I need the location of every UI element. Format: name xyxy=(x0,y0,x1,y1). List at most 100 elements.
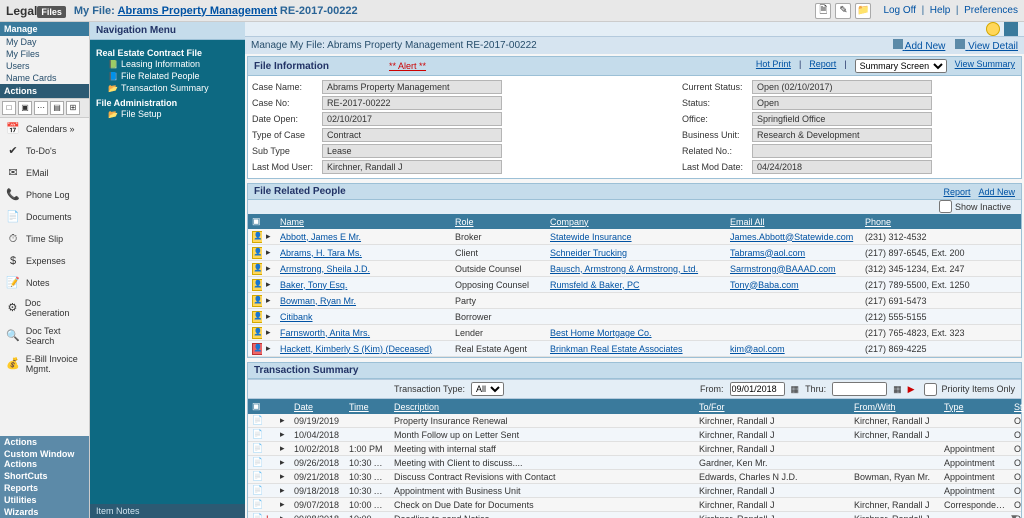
doc-icon[interactable]: 📄 xyxy=(252,457,262,467)
table-row[interactable]: 📄▸09/26/201810:30 AMMeeting with Client … xyxy=(248,456,1021,470)
col-company[interactable]: Company xyxy=(550,217,589,227)
tx-thru-input[interactable] xyxy=(832,382,887,396)
help-link[interactable]: Help xyxy=(930,5,951,16)
actions-header[interactable]: Actions xyxy=(0,84,89,98)
doc-icon[interactable]: 📄 xyxy=(252,471,262,481)
table-row[interactable]: 📄▸10/02/20181:00 PMMeeting with internal… xyxy=(248,442,1021,456)
expand-icon[interactable]: ▸ xyxy=(266,247,271,257)
table-row[interactable]: 📄!▸09/08/201810:00 AMDeadline to send No… xyxy=(248,512,1021,518)
tx-type-select[interactable]: All xyxy=(471,382,504,396)
manage-item[interactable]: My Day xyxy=(0,36,89,48)
tool-icon[interactable]: ▣ xyxy=(18,101,32,115)
doc-icon[interactable]: 📄 xyxy=(252,513,262,518)
show-inactive-checkbox[interactable] xyxy=(939,200,952,213)
action-doc-text-search[interactable]: 🔍Doc Text Search xyxy=(0,322,89,350)
table-row[interactable]: 👤▸Hackett, Kimberly S (Kim) (Deceased)Re… xyxy=(248,341,1021,357)
expand-icon[interactable]: ▸ xyxy=(266,263,271,273)
col-time[interactable]: Time xyxy=(349,402,369,412)
person-name-link[interactable]: Bowman, Ryan Mr. xyxy=(280,296,356,306)
section-header[interactable]: Wizards xyxy=(0,506,89,518)
expand-icon[interactable]: ▸ xyxy=(280,443,285,453)
tool-icon[interactable]: ⋯ xyxy=(34,101,48,115)
expand-icon[interactable]: ▸ xyxy=(280,429,285,439)
person-name-link[interactable]: Hackett, Kimberly S (Kim) (Deceased) xyxy=(280,344,432,354)
myfile-link[interactable]: Abrams Property Management xyxy=(118,5,278,17)
company-link[interactable]: Bausch, Armstrong & Armstrong, Ltd. xyxy=(550,264,698,274)
table-row[interactable]: 📄▸09/19/2019Property Insurance RenewalKi… xyxy=(248,414,1021,428)
table-row[interactable]: 📄▸09/07/201810:00 AMCheck on Due Date fo… xyxy=(248,498,1021,512)
table-row[interactable]: 👤▸Baker, Tony Esq.Opposing CounselRumsfe… xyxy=(248,277,1021,293)
email-link[interactable]: kim@aol.com xyxy=(730,344,785,354)
doc-icon[interactable]: 📄 xyxy=(252,443,262,453)
clock-icon[interactable] xyxy=(986,22,1000,36)
doc-icon[interactable]: 📄 xyxy=(252,499,262,509)
col-type[interactable]: Type xyxy=(944,402,964,412)
table-row[interactable]: 📄▸09/18/201810:30 AMAppointment with Bus… xyxy=(248,484,1021,498)
email-link[interactable]: Tony@Baba.com xyxy=(730,280,799,290)
company-link[interactable]: Statewide Insurance xyxy=(550,232,632,242)
col-phone[interactable]: Phone xyxy=(865,217,891,227)
col-expand-icon[interactable]: ▣ xyxy=(248,399,262,414)
action-doc-generation[interactable]: ⚙Doc Generation xyxy=(0,294,89,322)
go-icon[interactable]: ▶ xyxy=(908,384,915,395)
action-to-do-s[interactable]: ✔To-Do's xyxy=(0,140,89,162)
person-name-link[interactable]: Armstrong, Sheila J.D. xyxy=(280,264,370,274)
refresh-icon[interactable] xyxy=(1004,22,1018,36)
scroll-down-icon[interactable]: ▼ xyxy=(1009,513,1019,518)
manage-header[interactable]: Manage xyxy=(0,22,89,36)
alert-link[interactable]: ** Alert ** xyxy=(389,61,426,71)
action-notes[interactable]: 📝Notes xyxy=(0,272,89,294)
email-link[interactable]: James.Abbott@Statewide.com xyxy=(730,232,853,242)
table-row[interactable]: 👤▸Bowman, Ryan Mr.Party(217) 691-5473 xyxy=(248,293,1021,309)
manage-item[interactable]: My Files xyxy=(0,48,89,60)
frp-report-link[interactable]: Report xyxy=(943,187,970,197)
expand-icon[interactable]: ▸ xyxy=(280,485,285,495)
col-status[interactable]: Status xyxy=(1014,402,1024,412)
nav-group[interactable]: File Administration xyxy=(96,98,239,108)
icon-folder[interactable]: 📁 xyxy=(855,3,871,19)
nav-item[interactable]: Leasing Information xyxy=(96,58,239,70)
logoff-link[interactable]: Log Off xyxy=(883,5,916,16)
item-notes[interactable]: Item Notes xyxy=(90,504,245,518)
table-row[interactable]: 👤▸Armstrong, Sheila J.D.Outside CounselB… xyxy=(248,261,1021,277)
show-inactive-toggle[interactable]: Show Inactive xyxy=(939,200,1011,213)
section-header[interactable]: Reports xyxy=(0,482,89,494)
action-expenses[interactable]: $Expenses xyxy=(0,250,89,272)
section-header[interactable]: Custom Window Actions xyxy=(0,448,89,470)
hot-print-link[interactable]: Hot Print xyxy=(756,59,791,73)
col-role[interactable]: Role xyxy=(455,217,474,227)
col-tofor[interactable]: To/For xyxy=(699,402,725,412)
expand-icon[interactable]: ▸ xyxy=(280,415,285,425)
person-name-link[interactable]: Abrams, H. Tara Ms. xyxy=(280,248,362,258)
doc-icon[interactable]: 📄 xyxy=(252,429,262,439)
section-header[interactable]: Actions xyxy=(0,436,89,448)
priority-only-checkbox[interactable] xyxy=(924,383,937,396)
tx-from-input[interactable] xyxy=(730,382,785,396)
table-row[interactable]: 👤▸CitibankBorrower(212) 555-5155 xyxy=(248,309,1021,325)
summary-select[interactable]: Summary Screen xyxy=(855,59,947,73)
expand-icon[interactable]: ▸ xyxy=(266,231,271,241)
view-summary-link[interactable]: View Summary xyxy=(955,59,1015,73)
tool-icon[interactable]: □ xyxy=(2,101,16,115)
action-time-slip[interactable]: ⏱Time Slip xyxy=(0,228,89,250)
company-link[interactable]: Brinkman Real Estate Associates xyxy=(550,344,683,354)
icon-new-doc[interactable]: 🗎 xyxy=(815,3,831,19)
person-name-link[interactable]: Farnsworth, Anita Mrs. xyxy=(280,328,370,338)
table-row[interactable]: 👤▸Abbott, James E Mr.BrokerStatewide Ins… xyxy=(248,229,1021,245)
action-email[interactable]: ✉EMail xyxy=(0,162,89,184)
nav-item[interactable]: File Related People xyxy=(96,70,239,82)
expand-icon[interactable]: ▸ xyxy=(280,513,285,518)
expand-icon[interactable]: ▸ xyxy=(266,343,271,353)
view-detail-link[interactable]: View Detail xyxy=(955,39,1018,52)
company-link[interactable]: Schneider Trucking xyxy=(550,248,627,258)
doc-icon[interactable]: 📄 xyxy=(252,485,262,495)
company-link[interactable]: Best Home Mortgage Co. xyxy=(550,328,652,338)
section-header[interactable]: ShortCuts xyxy=(0,470,89,482)
table-row[interactable]: 👤▸Abrams, H. Tara Ms.ClientSchneider Tru… xyxy=(248,245,1021,261)
calendar-icon[interactable]: ▦ xyxy=(893,384,902,395)
action-calendars-[interactable]: 📅Calendars » xyxy=(0,118,89,140)
table-row[interactable]: 👤▸Farnsworth, Anita Mrs.LenderBest Home … xyxy=(248,325,1021,341)
col-date[interactable]: Date xyxy=(294,402,313,412)
col-desc[interactable]: Description xyxy=(394,402,439,412)
expand-icon[interactable]: ▸ xyxy=(266,327,271,337)
